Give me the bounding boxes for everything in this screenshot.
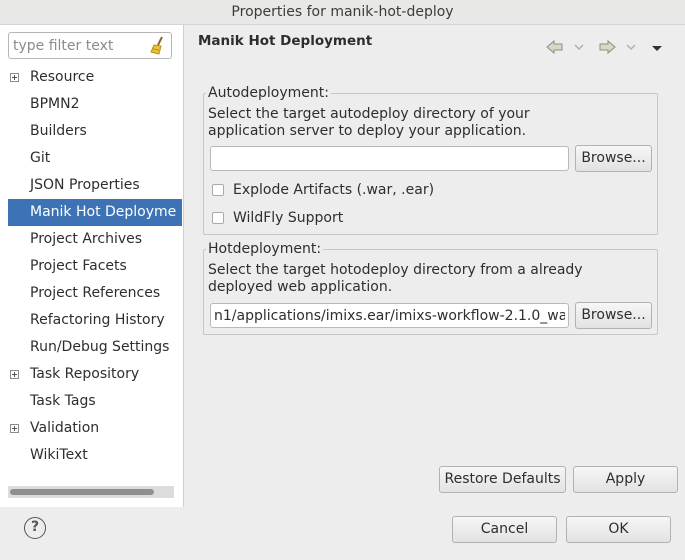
help-button[interactable]: ? <box>24 517 46 539</box>
hotdeployment-group: Hotdeployment: Select the target hotodep… <box>203 241 658 335</box>
tree-item-git[interactable]: Git <box>0 145 184 172</box>
tree-item-label: BPMN2 <box>30 96 80 112</box>
tree-item-label: Task Repository <box>30 366 140 382</box>
expand-icon[interactable] <box>10 73 19 82</box>
filter-box <box>8 32 172 59</box>
back-arrow-icon[interactable] <box>545 39 565 55</box>
tree-item-label: Project Facets <box>30 258 127 274</box>
tree-item-project-archives[interactable]: Project Archives <box>0 226 184 253</box>
tree-item-bpmn2[interactable]: BPMN2 <box>0 91 184 118</box>
autodeploy-path-input[interactable] <box>210 146 569 171</box>
tree-item-project-references[interactable]: Project References <box>0 280 184 307</box>
page-title: Manik Hot Deployment <box>198 33 373 49</box>
tree-item-task-tags[interactable]: Task Tags <box>0 388 184 415</box>
ok-button[interactable]: OK <box>566 516 671 543</box>
autodeploy-description-line-1: Select the target autodeploy directory o… <box>208 106 530 122</box>
autodeployment-legend: Autodeployment: <box>206 85 331 101</box>
explode-artifacts-label: Explode Artifacts (.war, .ear) <box>233 182 435 198</box>
hotdeploy-browse-button[interactable]: Browse... <box>575 302 652 329</box>
hotdeploy-description-line-1: Select the target hotodeploy directory f… <box>208 262 583 278</box>
tree-item-project-facets[interactable]: Project Facets <box>0 253 184 280</box>
autodeployment-group: Autodeployment: Select the target autode… <box>203 85 658 235</box>
tree-item-label: WikiText <box>30 447 88 463</box>
tree-item-label: JSON Properties <box>30 177 140 193</box>
window-title: Properties for manik-hot-deploy <box>0 0 685 25</box>
autodeploy-description-line-2: application server to deploy your applic… <box>208 123 527 139</box>
tree-item-resource[interactable]: Resource <box>0 64 184 91</box>
hotdeploy-path-input[interactable] <box>210 303 569 328</box>
back-menu-chevron-icon[interactable] <box>573 39 585 55</box>
tree-item-manik-hot-deployment[interactable]: Manik Hot Deployme <box>8 199 182 226</box>
preference-tree: Resource BPMN2 Builders Git JSON Propert… <box>0 64 184 469</box>
clear-filter-icon[interactable] <box>149 36 167 55</box>
tree-item-label: Refactoring History <box>30 312 165 328</box>
tree-item-label: Git <box>30 150 51 166</box>
hotdeployment-legend: Hotdeployment: <box>206 241 324 257</box>
tree-item-label: Project Archives <box>30 231 143 247</box>
tree-item-run-debug-settings[interactable]: Run/Debug Settings <box>0 334 184 361</box>
expand-icon[interactable] <box>10 424 19 433</box>
tree-item-label: Resource <box>30 69 95 85</box>
forward-arrow-icon[interactable] <box>597 39 617 55</box>
wildfly-support-label: WildFly Support <box>233 210 344 226</box>
horizontal-scrollbar[interactable] <box>8 486 174 498</box>
property-page: Manik Hot Deployment Autodeployment: Sel… <box>185 25 685 507</box>
scrollbar-thumb[interactable] <box>10 489 154 495</box>
tree-item-json-properties[interactable]: JSON Properties <box>0 172 184 199</box>
apply-button[interactable]: Apply <box>573 466 678 493</box>
tree-item-builders[interactable]: Builders <box>0 118 184 145</box>
tree-item-label: Manik Hot Deployme <box>30 204 177 220</box>
tree-item-task-repository[interactable]: Task Repository <box>0 361 184 388</box>
tree-item-wikitext[interactable]: WikiText <box>0 442 184 469</box>
autodeploy-browse-button[interactable]: Browse... <box>575 145 652 172</box>
tree-item-label: Project References <box>30 285 161 301</box>
filter-input[interactable] <box>13 35 149 56</box>
tree-item-label: Task Tags <box>30 393 96 409</box>
cancel-button[interactable]: Cancel <box>452 516 557 543</box>
expand-icon[interactable] <box>10 370 19 379</box>
hotdeploy-description-line-2: deployed web application. <box>208 279 393 295</box>
restore-defaults-button[interactable]: Restore Defaults <box>439 466 566 493</box>
tree-item-label: Builders <box>30 123 87 139</box>
forward-menu-chevron-icon[interactable] <box>625 39 637 55</box>
tree-item-label: Run/Debug Settings <box>30 339 170 355</box>
tree-item-label: Validation <box>30 420 100 436</box>
wildfly-support-checkbox[interactable] <box>212 212 224 224</box>
view-menu-icon[interactable] <box>651 39 663 55</box>
tree-item-refactoring-history[interactable]: Refactoring History <box>0 307 184 334</box>
tree-item-validation[interactable]: Validation <box>0 415 184 442</box>
explode-artifacts-checkbox[interactable] <box>212 184 224 196</box>
preference-tree-pane: Resource BPMN2 Builders Git JSON Propert… <box>0 25 184 507</box>
